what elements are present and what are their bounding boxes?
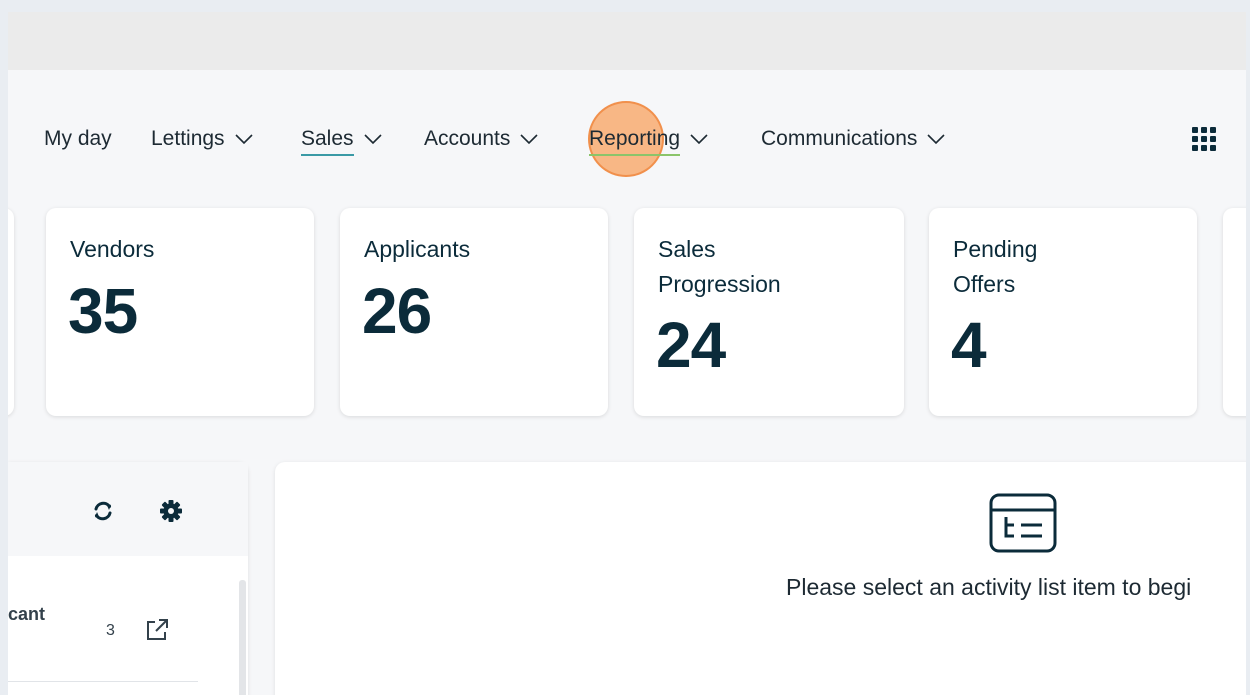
list-item-label[interactable]: cant bbox=[8, 604, 45, 625]
stat-card-vendors[interactable]: Vendors 35 bbox=[46, 208, 314, 416]
stat-card-sales-progression[interactable]: Sales Progression 24 bbox=[634, 208, 904, 416]
stat-card-value: 24 bbox=[656, 309, 726, 381]
nav-label: My day bbox=[44, 127, 112, 150]
nav-item-lettings[interactable]: Lettings bbox=[151, 126, 254, 152]
chevron-down-icon bbox=[689, 132, 709, 146]
nav-label: Accounts bbox=[424, 127, 511, 150]
nav-item-accounts[interactable]: Accounts bbox=[424, 126, 539, 152]
stat-card-label: Vendors bbox=[70, 236, 155, 262]
top-bar bbox=[8, 12, 1246, 70]
stat-card-label: Sales Progression bbox=[658, 236, 781, 297]
nav-item-my-day[interactable]: My day bbox=[44, 126, 112, 152]
stat-card-value: 4 bbox=[951, 309, 987, 381]
stat-card-applicants[interactable]: Applicants 26 bbox=[340, 208, 608, 416]
stat-card-partial-right[interactable] bbox=[1223, 208, 1246, 416]
stat-card-value: 26 bbox=[362, 275, 432, 347]
chevron-down-icon bbox=[519, 132, 539, 146]
nav-item-sales[interactable]: Sales bbox=[301, 126, 383, 156]
activity-list-panel: cant 3 bbox=[8, 462, 248, 695]
stat-card-label: Applicants bbox=[364, 236, 471, 262]
scrollbar[interactable] bbox=[239, 580, 246, 695]
chevron-down-icon bbox=[926, 132, 946, 146]
list-item-count: 3 bbox=[106, 622, 115, 639]
nav-label: Reporting bbox=[589, 126, 681, 156]
stat-card-partial-left[interactable] bbox=[8, 208, 14, 416]
stat-card-value: 35 bbox=[68, 275, 138, 347]
gear-icon[interactable] bbox=[159, 499, 183, 523]
external-link-icon[interactable] bbox=[144, 617, 170, 643]
app-window: My day Lettings Sales Accounts Reporting bbox=[8, 12, 1246, 695]
chevron-down-icon bbox=[234, 132, 254, 146]
stat-card-label: Pending Offers bbox=[953, 236, 1038, 297]
nav-label: Lettings bbox=[151, 127, 225, 150]
refresh-icon[interactable] bbox=[92, 500, 114, 522]
empty-state-message: Please select an activity list item to b… bbox=[786, 574, 1192, 600]
nav-item-communications[interactable]: Communications bbox=[761, 126, 946, 152]
nav-label: Communications bbox=[761, 127, 918, 150]
activity-detail-panel: Please select an activity list item to b… bbox=[275, 462, 1246, 695]
list-icon bbox=[988, 492, 1058, 554]
row-divider bbox=[8, 681, 198, 682]
grid-icon[interactable] bbox=[1191, 126, 1217, 152]
nav-label: Sales bbox=[301, 126, 354, 156]
nav-item-reporting[interactable]: Reporting bbox=[589, 126, 709, 156]
stat-card-pending-offers[interactable]: Pending Offers 4 bbox=[929, 208, 1197, 416]
chevron-down-icon bbox=[363, 132, 383, 146]
activity-list-header bbox=[8, 462, 248, 556]
